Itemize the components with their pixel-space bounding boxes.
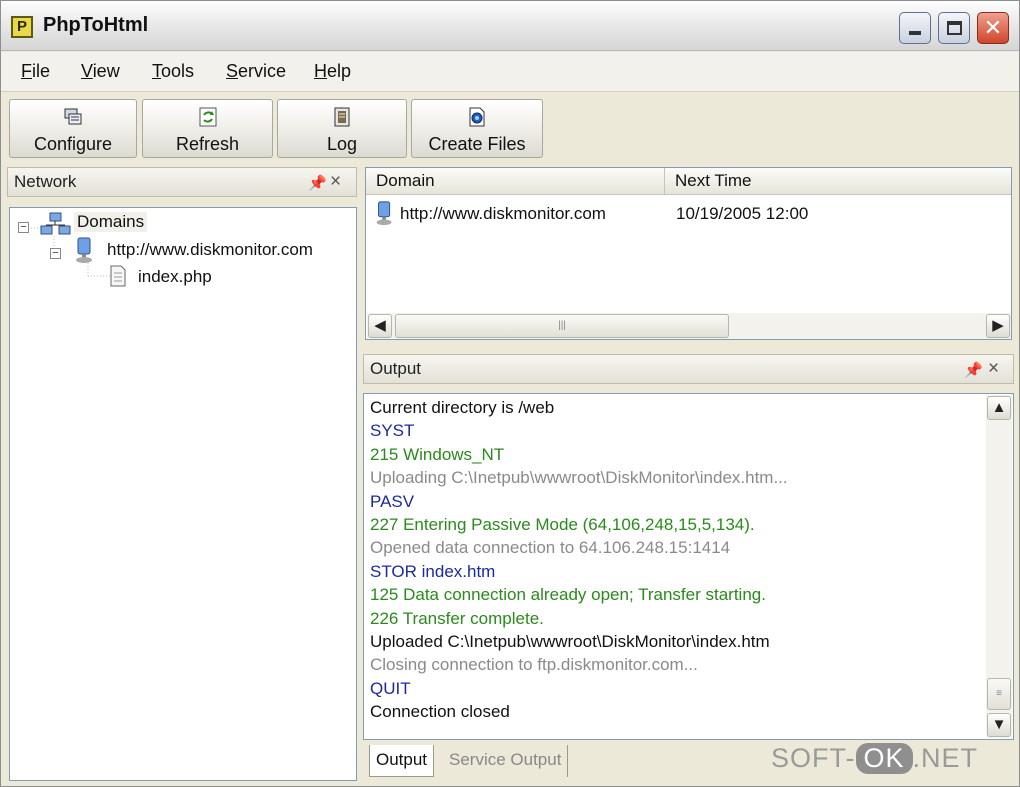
scroll-up-icon[interactable]: ▲ <box>987 396 1011 420</box>
watermark-ok: OK <box>855 743 913 774</box>
row-next-time: 10/19/2005 12:00 <box>676 204 809 223</box>
column-next-time[interactable]: Next Time <box>665 168 1011 195</box>
server-icon <box>76 237 92 263</box>
log-icon <box>334 107 350 127</box>
configure-icon <box>64 108 82 125</box>
log-line: STOR index.htm <box>370 561 496 581</box>
create-files-icon <box>469 107 485 127</box>
log-line: QUIT <box>370 678 411 698</box>
output-log[interactable]: Current directory is /web SYST 215 Windows… <box>363 393 1014 740</box>
refresh-label: Refresh <box>175 134 240 154</box>
network-tree[interactable]: − Domains − http://www.diskmonitor.com i… <box>9 207 357 781</box>
scroll-down-icon[interactable]: ▼ <box>987 713 1011 737</box>
tree-item-file[interactable]: index.php <box>138 267 212 287</box>
log-line: Opened data connection to 64.106.248.15:… <box>370 538 731 558</box>
create-files-label: Create Files <box>428 134 526 154</box>
pin-icon[interactable]: 📌 <box>308 174 327 192</box>
domains-grid: Domain Next Time http://www.diskmonitor.… <box>365 167 1012 340</box>
app-icon: P <box>11 16 33 38</box>
vertical-scrollbar[interactable]: ▲ ≡ ▼ <box>986 395 1012 738</box>
create-files-button[interactable]: Create Files <box>411 99 543 158</box>
log-label: Log <box>326 134 358 154</box>
window-title: PhpToHtml <box>43 14 149 36</box>
log-line: 226 Transfer complete. <box>370 608 544 628</box>
maximize-button[interactable] <box>938 12 970 44</box>
menu-file[interactable]: File <box>21 61 50 82</box>
log-line: SYST <box>370 421 415 441</box>
configure-label: Configure <box>33 134 113 154</box>
app-window: P PhpToHtml ✕ File View Tools Service He… <box>0 0 1020 787</box>
collapse-domain-icon[interactable]: − <box>50 248 61 259</box>
scroll-left-icon[interactable]: ◀ <box>368 314 392 338</box>
server-icon <box>376 201 392 226</box>
scroll-thumb[interactable]: ≡ <box>987 678 1011 710</box>
menu-service[interactable]: Service <box>226 61 286 82</box>
column-domain[interactable]: Domain <box>366 168 665 195</box>
watermark: SOFT- OK .NET <box>771 743 978 774</box>
configure-button[interactable]: Configure <box>9 99 137 158</box>
tab-output[interactable]: Output <box>369 745 435 777</box>
menu-bar: File View Tools Service Help <box>1 52 1019 92</box>
log-line: 215 Windows_NT <box>370 444 505 464</box>
minimize-button[interactable] <box>899 12 931 44</box>
refresh-button[interactable]: Refresh <box>142 99 273 158</box>
tree-item-domains[interactable]: Domains <box>74 212 148 232</box>
menu-help[interactable]: Help <box>314 61 351 82</box>
network-panel-title: Network <box>14 172 77 191</box>
row-domain: http://www.diskmonitor.com <box>400 204 606 223</box>
log-line: 125 Data connection already open; Transf… <box>370 585 766 605</box>
horizontal-scrollbar[interactable]: ◀ ||| ▶ <box>367 313 1011 339</box>
close-panel-icon[interactable]: × <box>988 358 999 380</box>
network-icon <box>40 212 71 235</box>
pin-icon[interactable]: 📌 <box>964 361 983 379</box>
close-icon: ✕ <box>983 15 1003 40</box>
collapse-domains-icon[interactable]: − <box>18 222 29 233</box>
log-line: PASV <box>370 491 415 511</box>
refresh-icon <box>199 107 216 127</box>
scroll-right-icon[interactable]: ▶ <box>986 314 1010 338</box>
log-line: Current directory is /web <box>370 398 555 417</box>
menu-view[interactable]: View <box>81 61 120 82</box>
output-panel-title: Output <box>370 359 422 378</box>
minimize-icon <box>909 31 921 35</box>
tab-service-output[interactable]: Service Output <box>443 745 569 777</box>
title-bar[interactable]: P PhpToHtml ✕ <box>1 1 1019 51</box>
scroll-thumb[interactable]: ||| <box>395 314 729 338</box>
network-panel-header: Network 📌 × <box>7 167 357 197</box>
log-line: Uploaded C:\Inetpub\wwwroot\DiskMonitor\… <box>370 632 770 651</box>
php-file-icon <box>110 265 126 287</box>
menu-tools[interactable]: Tools <box>152 61 194 82</box>
log-button[interactable]: Log <box>277 99 407 158</box>
toolbar: Configure Refresh Log Create Files <box>1 93 1019 161</box>
log-line: Connection closed <box>370 702 510 722</box>
output-panel-header: Output 📌 × <box>363 354 1014 384</box>
close-panel-icon[interactable]: × <box>330 171 341 193</box>
maximize-icon <box>947 21 962 35</box>
tree-item-domain[interactable]: http://www.diskmonitor.com <box>107 240 313 260</box>
watermark-right: .NET <box>912 743 979 773</box>
log-line: Uploading C:\Inetpub\wwwroot\DiskMonitor… <box>370 468 788 488</box>
watermark-left: SOFT- <box>771 743 856 773</box>
log-line: 227 Entering Passive Mode (64,106,248,15… <box>370 515 755 534</box>
close-button[interactable]: ✕ <box>977 12 1009 44</box>
log-line: Closing connection to ftp.diskmonitor.co… <box>370 655 698 675</box>
